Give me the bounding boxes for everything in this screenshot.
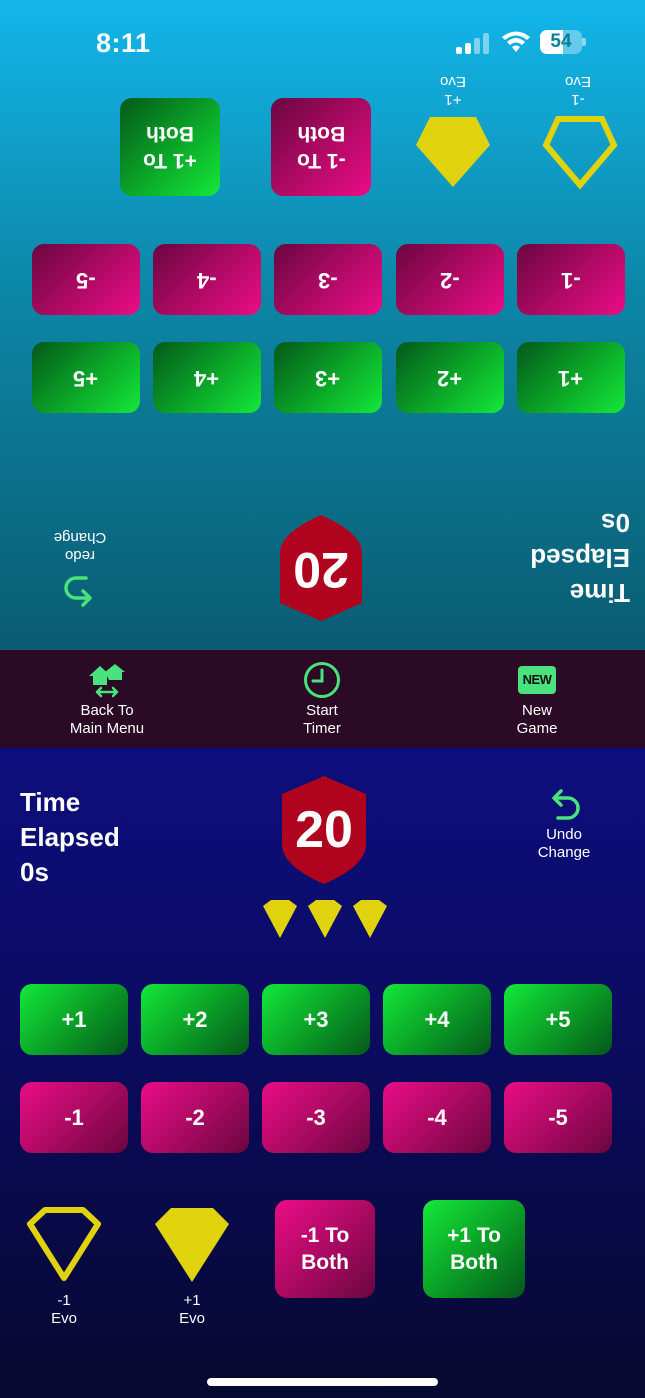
player-plus-2-label: +2	[182, 1006, 208, 1032]
undo-change-label: Undo Change	[537, 826, 591, 861]
player-minus-4-button[interactable]: -4	[383, 1082, 491, 1153]
player-evo-plus-gem-icon[interactable]	[153, 1206, 231, 1284]
player-time-elapsed: Time Elapsed 0s	[20, 785, 120, 890]
player-plus-2-button[interactable]: +2	[141, 984, 249, 1055]
opponent-plus-both-button[interactable]: +1 To Both	[120, 98, 220, 196]
opponent-minus-4-button[interactable]: -4	[153, 244, 261, 315]
battery-icon: 54	[540, 30, 586, 54]
new-badge-text: NEW	[522, 672, 552, 687]
home-indicator[interactable]	[207, 1378, 438, 1386]
opponent-plus-5-label: +5	[73, 365, 99, 391]
player-minus-2-button[interactable]: -2	[141, 1082, 249, 1153]
opponent-time-label: Time Elapsed	[530, 543, 630, 608]
player-evo-plus-label: +1 Evo	[179, 1292, 205, 1327]
opponent-minus-2-button[interactable]: -2	[396, 244, 504, 315]
player-time-label: Time Elapsed	[20, 787, 120, 852]
clock-icon	[304, 662, 340, 698]
player-minus-both-button[interactable]: -1 To Both	[275, 1200, 375, 1298]
start-timer-label: Start Timer	[303, 702, 341, 737]
player-plus-3-button[interactable]: +3	[262, 984, 370, 1055]
opponent-redo-icon[interactable]	[62, 570, 98, 610]
player-plus-4-button[interactable]: +4	[383, 984, 491, 1055]
opponent-redo-label: redo Change	[53, 529, 107, 564]
opponent-plus-4-label: +4	[194, 365, 220, 391]
new-game-label: New Game	[516, 702, 558, 737]
opponent-evo-minus-pentagon-icon[interactable]	[542, 115, 618, 191]
opponent-panel: 8:11 54 -1 Evo +1 Evo -1 To Both +1 To B…	[0, 0, 645, 650]
player-minus-2-label: -2	[185, 1104, 205, 1130]
new-game-button[interactable]: NEW New Game	[467, 660, 607, 738]
opponent-time-value: 0s	[601, 508, 630, 538]
player-life-shield: 20	[278, 774, 370, 886]
player-minus-1-label: -1	[64, 1104, 84, 1130]
player-plus-5-button[interactable]: +5	[504, 984, 612, 1055]
opponent-plus-1-button[interactable]: +1	[517, 342, 625, 413]
opponent-time-elapsed: Time Elapsed 0s	[510, 508, 630, 610]
player-minus-3-button[interactable]: -3	[262, 1082, 370, 1153]
opponent-life-shield: 20	[276, 513, 366, 623]
back-to-main-menu-button[interactable]: Back To Main Menu	[37, 660, 177, 738]
player-minus-1-button[interactable]: -1	[20, 1082, 128, 1153]
opponent-minus-both-label: -1 To Both	[296, 122, 346, 172]
opponent-evo-minus-label: -1 Evo	[565, 73, 591, 108]
player-plus-both-label: +1 To Both	[447, 1224, 501, 1274]
player-plus-5-label: +5	[545, 1006, 571, 1032]
player-minus-5-button[interactable]: -5	[504, 1082, 612, 1153]
opponent-minus-3-label: -3	[318, 267, 338, 293]
status-bar: 8:11 54	[0, 0, 645, 90]
player-evo-counters	[263, 900, 387, 938]
wifi-icon	[502, 31, 530, 52]
opponent-minus-both-button[interactable]: -1 To Both	[271, 98, 371, 196]
opponent-minus-1-button[interactable]: -1	[517, 244, 625, 315]
opponent-plus-5-button[interactable]: +5	[32, 342, 140, 413]
evo-gem-icon	[308, 900, 342, 938]
opponent-minus-3-button[interactable]: -3	[274, 244, 382, 315]
player-minus-5-label: -5	[548, 1104, 568, 1130]
player-plus-3-label: +3	[303, 1006, 329, 1032]
opponent-evo-plus-label: +1 Evo	[440, 73, 466, 108]
battery-percent: 54	[550, 31, 572, 52]
opponent-evo-plus-pentagon-icon[interactable]	[414, 115, 492, 191]
player-evo-minus-gem-icon[interactable]	[25, 1206, 103, 1284]
opponent-minus-1-label: -1	[561, 267, 581, 293]
evo-gem-icon	[353, 900, 387, 938]
opponent-plus-1-label: +1	[558, 365, 584, 391]
player-evo-minus-label: -1 Evo	[51, 1292, 77, 1327]
undo-icon	[552, 789, 580, 820]
opponent-plus-3-label: +3	[315, 365, 341, 391]
opponent-life-total: 20	[293, 542, 349, 598]
back-to-main-menu-label: Back To Main Menu	[69, 702, 145, 737]
opponent-minus-5-button[interactable]: -5	[32, 244, 140, 315]
undo-change-button[interactable]: Undo Change	[528, 786, 600, 862]
player-minus-3-label: -3	[306, 1104, 326, 1130]
opponent-plus-2-label: +2	[437, 365, 463, 391]
player-plus-1-label: +1	[61, 1006, 87, 1032]
opponent-minus-2-label: -2	[440, 267, 460, 293]
player-plus-both-button[interactable]: +1 To Both	[423, 1200, 525, 1298]
home-arrows-icon	[89, 664, 125, 698]
player-plus-4-label: +4	[424, 1006, 450, 1032]
opponent-minus-4-label: -4	[197, 267, 217, 293]
opponent-minus-5-label: -5	[76, 267, 96, 293]
player-plus-1-button[interactable]: +1	[20, 984, 128, 1055]
cellular-signal-icon	[456, 32, 492, 54]
player-minus-4-label: -4	[427, 1104, 447, 1130]
start-timer-button[interactable]: Start Timer	[252, 660, 392, 738]
status-time: 8:11	[96, 28, 151, 58]
player-minus-both-label: -1 To Both	[300, 1224, 350, 1274]
opponent-plus-3-button[interactable]: +3	[274, 342, 382, 413]
opponent-plus-2-button[interactable]: +2	[396, 342, 504, 413]
evo-gem-icon	[263, 900, 297, 938]
player-time-value: 0s	[20, 857, 49, 887]
opponent-plus-4-button[interactable]: +4	[153, 342, 261, 413]
opponent-plus-both-label: +1 To Both	[143, 122, 197, 172]
new-badge-icon: NEW	[518, 666, 556, 694]
player-life-total: 20	[295, 801, 353, 859]
